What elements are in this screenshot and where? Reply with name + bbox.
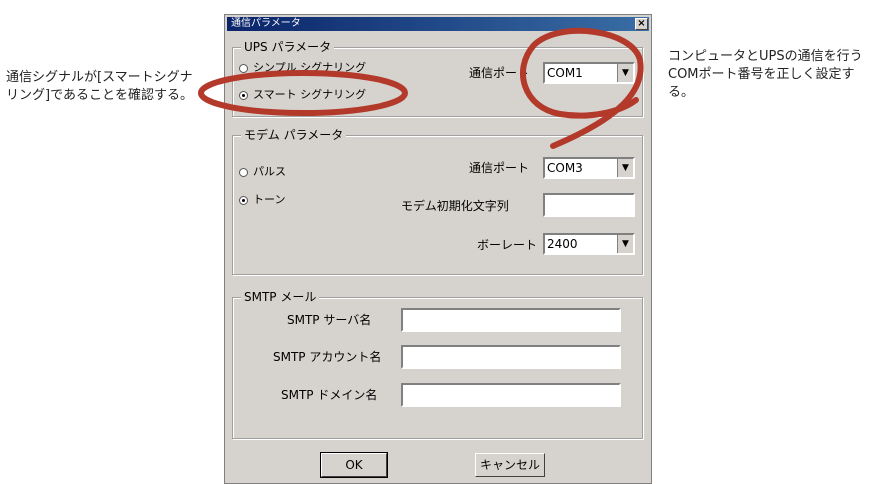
radio-tone-label: トーン: [253, 193, 286, 206]
modem-init-label: モデム初期化文字列: [401, 199, 509, 213]
modem-group-label: モデム パラメータ: [241, 127, 347, 143]
radio-smart-signaling[interactable]: スマート シグナリング: [239, 88, 366, 102]
smtp-domain-input[interactable]: [401, 383, 621, 407]
modem-port-label: 通信ポート: [469, 161, 530, 175]
ok-button[interactable]: OK: [320, 452, 388, 478]
smtp-server-input[interactable]: [401, 308, 621, 332]
smtp-server-label: SMTP サーバ名: [287, 313, 372, 327]
modem-port-value: COM3: [547, 161, 583, 175]
smtp-account-label: SMTP アカウント名: [273, 350, 382, 364]
modem-init-input[interactable]: [543, 193, 635, 217]
baud-rate-select[interactable]: 2400 ▼: [543, 233, 635, 255]
radio-pulse-indicator: [239, 167, 248, 177]
dialog-title: 通信パラメータ: [231, 18, 301, 29]
ups-port-select[interactable]: COM1 ▼: [543, 62, 635, 84]
chevron-down-icon[interactable]: ▼: [617, 235, 633, 253]
radio-tone[interactable]: トーン: [239, 193, 285, 207]
baud-rate-label: ボーレート: [477, 238, 538, 252]
smtp-group-label: SMTP メール: [241, 289, 320, 305]
title-bar[interactable]: 通信パラメータ ×: [227, 17, 649, 31]
communication-parameters-dialog: 通信パラメータ × UPS パラメータ シンプル シグナリング スマート シグナ…: [224, 14, 652, 484]
radio-pulse-label: パルス: [253, 165, 286, 178]
radio-smart-label: スマート シグナリング: [253, 88, 367, 101]
radio-pulse[interactable]: パルス: [239, 165, 286, 179]
callout-right: コンピュータとUPSの通信を行うCOMポート番号を正しく設定する。: [668, 49, 863, 100]
radio-smart-indicator: [239, 90, 248, 100]
callout-left: 通信シグナルが[スマートシグナリング]であることを確認する。: [6, 70, 193, 103]
ups-group-label: UPS パラメータ: [241, 39, 335, 55]
radio-simple-signaling[interactable]: シンプル シグナリング: [239, 61, 366, 75]
smtp-domain-label: SMTP ドメイン名: [281, 388, 378, 402]
radio-simple-label: シンプル シグナリング: [253, 61, 367, 74]
ups-port-label: 通信ポート: [469, 66, 530, 80]
close-button[interactable]: ×: [635, 18, 648, 30]
radio-tone-indicator: [239, 195, 248, 205]
baud-rate-value: 2400: [547, 237, 578, 251]
chevron-down-icon[interactable]: ▼: [617, 159, 633, 177]
cancel-button[interactable]: キャンセル: [475, 453, 545, 477]
radio-simple-indicator: [239, 63, 248, 73]
modem-port-select[interactable]: COM3 ▼: [543, 157, 635, 179]
ups-port-value: COM1: [547, 66, 583, 80]
chevron-down-icon[interactable]: ▼: [617, 64, 633, 82]
smtp-account-input[interactable]: [401, 345, 621, 369]
